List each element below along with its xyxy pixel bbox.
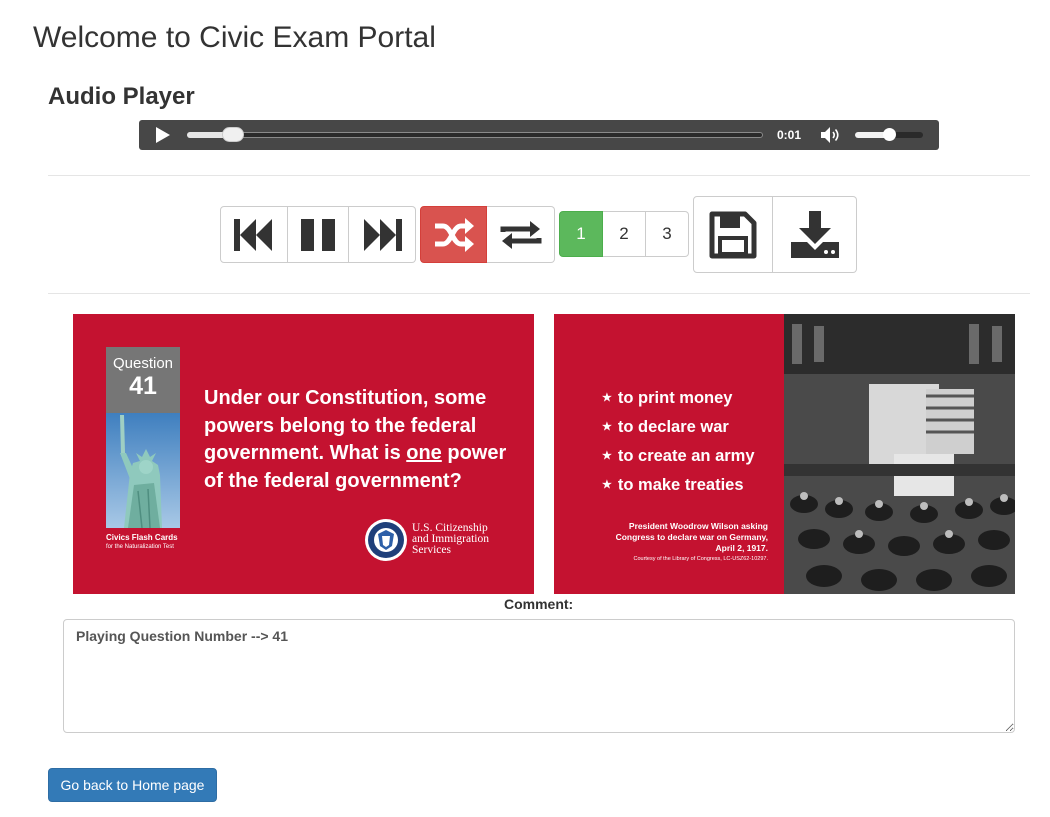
page-3-button[interactable]: 3 [646,211,689,257]
flash-card-question: Question 41 Civics Flash Cards for the N… [73,314,534,594]
answer-text: to declare war [617,418,729,436]
comment-textarea[interactable]: Playing Question Number --> 41 [63,619,1015,733]
seek-bar-track[interactable] [187,132,763,138]
photo-caption: President Woodrow Wilson asking Congress… [604,521,768,563]
current-time: 0:01 [776,128,802,142]
seek-bar-thumb[interactable] [222,127,244,142]
pause-icon [300,217,336,253]
historical-photo-image [784,314,1015,594]
answer-list: ★ to print money ★ to declare war ★ to crea… [602,384,755,500]
answer-text: to make treaties [617,476,744,494]
download-button[interactable] [773,196,857,273]
file-controls [693,196,857,273]
star-icon: ★ [602,392,612,404]
fast-backward-icon [232,217,276,253]
next-button[interactable] [349,206,416,263]
question-number: 41 [129,372,157,400]
divider [48,175,1030,176]
mode-controls [420,206,555,263]
agency-name: U.S. Citizenship and Immigration Service… [412,522,522,556]
pagination: 1 2 3 [559,211,689,257]
answer-item: ★ to print money [602,384,755,413]
question-label: Question [112,355,174,372]
answer-text: to print money [617,389,733,407]
question-text: Under our Constitution, some powers belo… [204,385,524,495]
page-1-button[interactable]: 1 [559,211,603,257]
repeat-button[interactable] [487,206,555,263]
comment-label: Comment: [504,596,574,612]
volume-thumb[interactable] [883,128,896,141]
volume-icon[interactable] [819,126,841,144]
answer-item: ★ to create an army [602,442,755,471]
answer-item: ★ to make treaties [602,471,755,500]
flash-card-answer: ★ to print money ★ to declare war ★ to crea… [554,314,1015,594]
caption-line-2: Congress to declare war on Germany, [615,532,768,542]
caption-line-1: President Woodrow Wilson asking [628,521,768,531]
star-icon: ★ [602,479,612,491]
series-title: Civics Flash Cards [106,533,178,542]
pause-button[interactable] [288,206,349,263]
page-title: Welcome to Civic Exam Portal [33,21,436,54]
audio-player-heading: Audio Player [48,83,195,110]
fast-forward-icon [360,217,404,253]
shuffle-button[interactable] [420,206,487,263]
transport-controls [220,206,416,263]
repeat-icon [499,218,543,252]
previous-button[interactable] [220,206,288,263]
star-icon: ★ [602,450,612,462]
answer-text: to create an army [617,447,755,465]
divider [48,293,1030,294]
caption-line-3: April 2, 1917. [715,543,768,553]
save-button[interactable] [693,196,773,273]
shuffle-icon [433,217,475,252]
question-text-emphasis: one [406,442,442,464]
audio-player[interactable]: 0:01 [139,120,939,150]
download-icon [789,210,841,260]
play-icon[interactable] [153,126,173,144]
star-icon: ★ [602,421,612,433]
page-2-button[interactable]: 2 [603,211,646,257]
question-badge: Question 41 [106,347,180,413]
dhs-seal-icon [365,519,407,561]
floppy-disk-icon [709,211,757,259]
photo-credit: Courtesy of the Library of Congress, LC-… [633,556,768,562]
answer-item: ★ to declare war [602,413,755,442]
statue-of-liberty-image [106,413,180,528]
home-button[interactable]: Go back to Home page [48,768,217,802]
agency-line-3: Services [412,544,451,556]
series-subtitle: for the Naturalization Test [106,544,174,550]
